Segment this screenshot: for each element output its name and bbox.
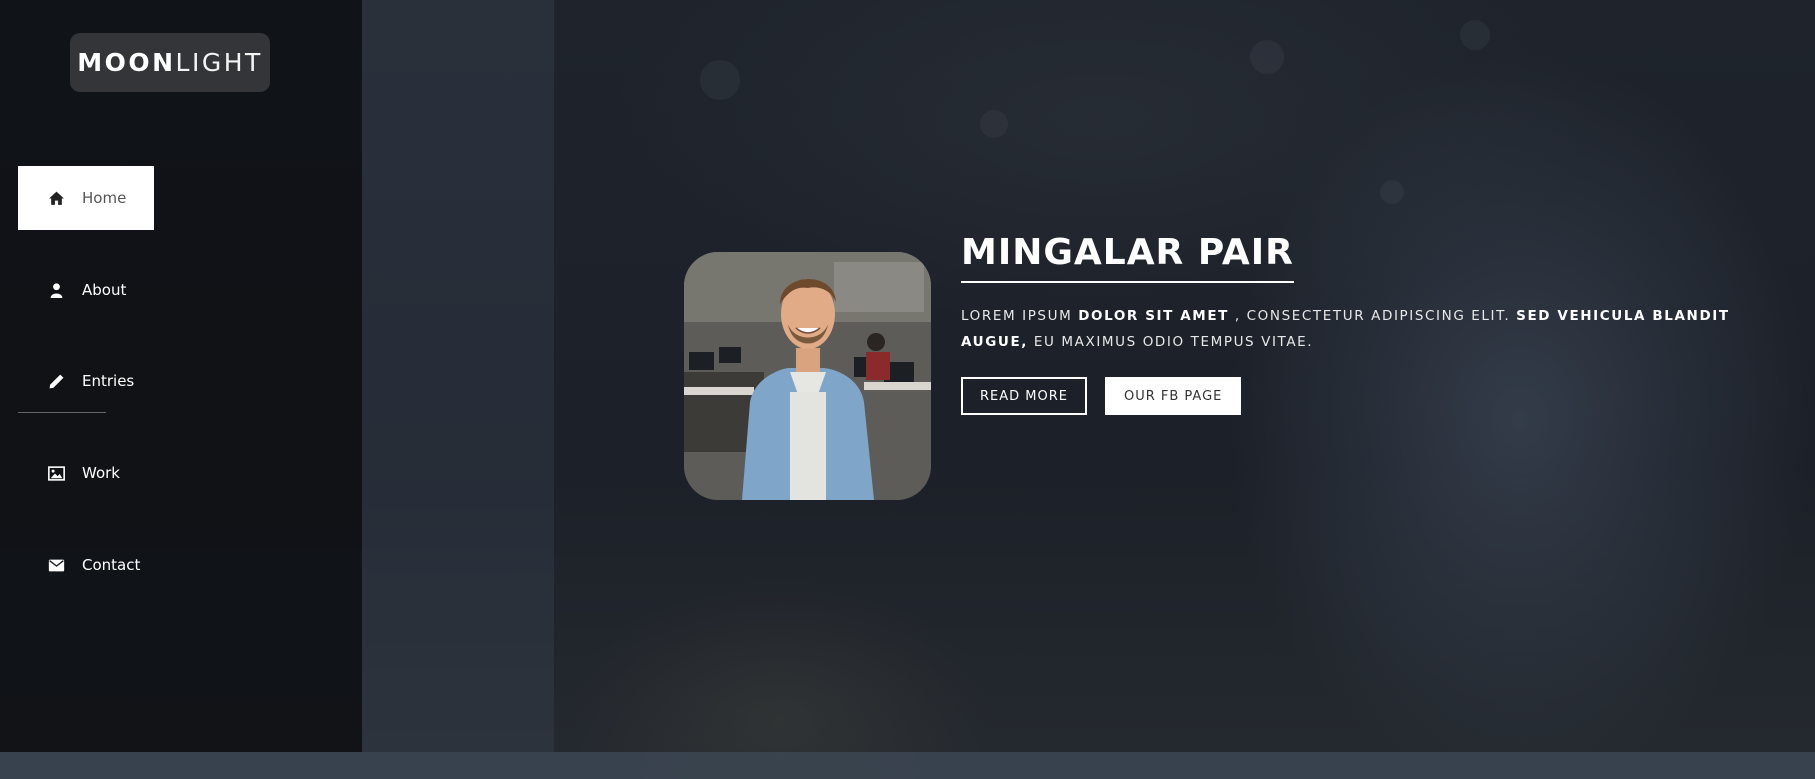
brand-logo-light: LIGHT bbox=[175, 48, 263, 77]
fb-page-button[interactable]: OUR FB PAGE bbox=[1104, 377, 1242, 415]
sidebar-item-entries[interactable]: Entries bbox=[18, 349, 154, 413]
hero-desc-bold: DOLOR SIT AMET bbox=[1078, 308, 1229, 324]
profile-photo bbox=[684, 252, 931, 500]
hero-description: LOREM IPSUM DOLOR SIT AMET , CONSECTETUR… bbox=[961, 303, 1761, 355]
hero-buttons: READ MORE OUR FB PAGE bbox=[961, 377, 1761, 415]
bottom-bar bbox=[0, 752, 1815, 779]
background-bokeh bbox=[700, 60, 740, 100]
brand-logo[interactable]: MOON LIGHT bbox=[70, 33, 270, 92]
nav-divider bbox=[18, 412, 106, 413]
sidebar-item-about[interactable]: About bbox=[18, 258, 154, 322]
brand-logo-bold: MOON bbox=[77, 48, 176, 77]
hero-title: MINGALAR PAIR bbox=[961, 232, 1294, 283]
profile-photo-illustration bbox=[684, 252, 931, 500]
background-bokeh bbox=[1250, 40, 1284, 74]
sidebar-item-label: Work bbox=[82, 464, 120, 482]
background-bokeh bbox=[980, 110, 1008, 138]
page: MOON LIGHT Home About Entries Work Conta… bbox=[0, 0, 1815, 779]
hero-desc-text: EU MAXIMUS ODIO TEMPUS VITAE. bbox=[1028, 334, 1314, 350]
sidebar-item-label: About bbox=[82, 281, 127, 299]
envelope-icon bbox=[46, 555, 66, 575]
decorative-strip bbox=[362, 0, 554, 752]
hero-desc-text: LOREM IPSUM bbox=[961, 308, 1079, 324]
home-icon bbox=[46, 188, 66, 208]
hero-content: MINGALAR PAIR LOREM IPSUM DOLOR SIT AMET… bbox=[961, 232, 1761, 415]
sidebar-item-work[interactable]: Work bbox=[18, 441, 154, 505]
sidebar-item-label: Entries bbox=[82, 372, 135, 390]
background-bokeh bbox=[1460, 20, 1490, 50]
pencil-icon bbox=[46, 371, 66, 391]
hero-desc-text: , CONSECTETUR ADIPISCING ELIT. bbox=[1228, 308, 1517, 324]
image-icon bbox=[46, 463, 66, 483]
background-bokeh bbox=[1380, 180, 1404, 204]
user-icon bbox=[46, 280, 66, 300]
sidebar-item-label: Contact bbox=[82, 556, 141, 574]
sidebar-item-home[interactable]: Home bbox=[18, 166, 154, 230]
sidebar-item-contact[interactable]: Contact bbox=[18, 533, 154, 597]
sidebar: MOON LIGHT Home About Entries Work Conta… bbox=[0, 0, 362, 752]
read-more-button[interactable]: READ MORE bbox=[961, 377, 1087, 415]
sidebar-item-label: Home bbox=[82, 189, 127, 207]
